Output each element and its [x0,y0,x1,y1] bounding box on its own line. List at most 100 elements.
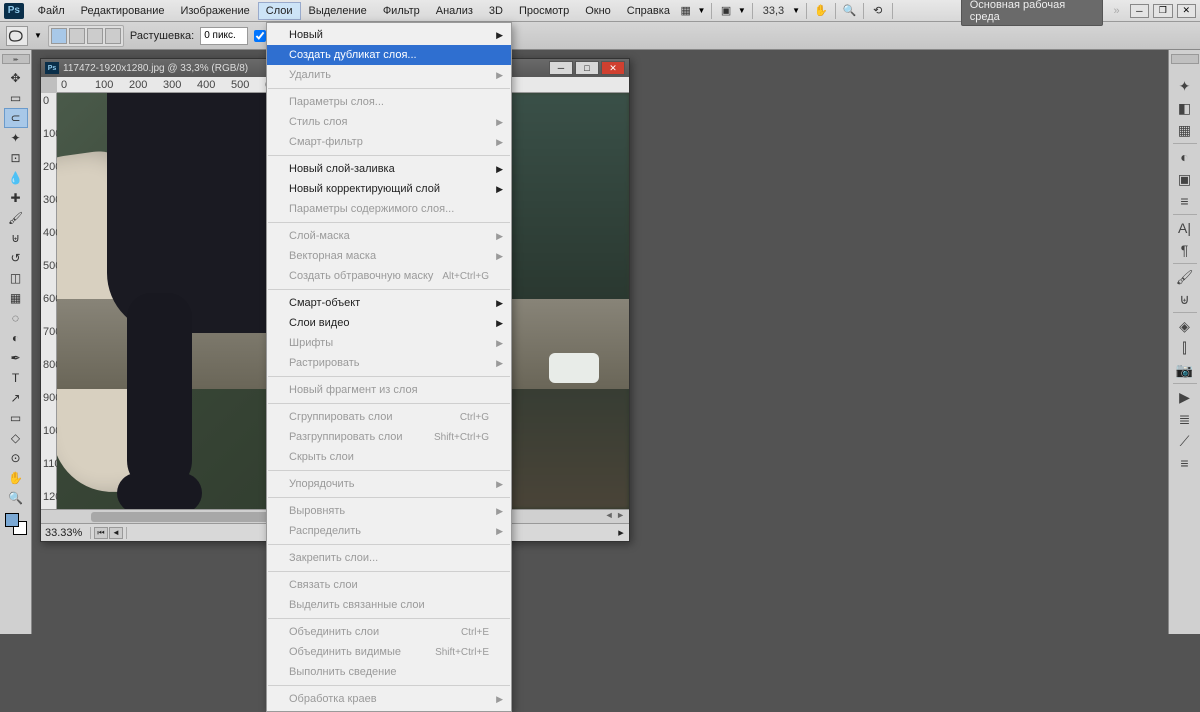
nav-first-icon[interactable]: ⏮ [94,527,108,539]
panel-adjust-icon[interactable]: ◐ [1173,146,1197,168]
doc-close-button[interactable]: ✕ [601,61,625,75]
doc-maximize-button[interactable]: □ [575,61,599,75]
menu-item[interactable]: Новый корректирующий слой▶ [267,179,511,199]
menu-выделение[interactable]: Выделение [301,2,375,20]
dock-collapse[interactable] [1171,54,1199,64]
menu-item[interactable]: Создать дубликат слоя... [267,45,511,65]
workspace-switcher[interactable]: Основная рабочая среда [961,0,1104,26]
tool-lasso[interactable]: ⊂ [4,108,28,128]
menu-3d[interactable]: 3D [481,2,511,20]
ruler-vertical[interactable]: 0100200300400500600700800900100011001200 [41,93,57,509]
tool-marquee[interactable]: ▭ [4,88,28,108]
tool-pen[interactable]: ✒ [4,348,28,368]
panel-mask-icon[interactable]: ▣ [1173,168,1197,190]
panel-character-icon[interactable]: A| [1173,217,1197,239]
menu-item: Слой-маска▶ [267,226,511,246]
tool-eyedropper[interactable]: 💧 [4,168,28,188]
tool-blur[interactable]: ◌ [4,308,28,328]
tool-heal[interactable]: ✚ [4,188,28,208]
minimize-button[interactable]: ─ [1130,4,1149,18]
checkbox-icon[interactable] [254,30,266,42]
panel-sparkle-icon[interactable]: ✦ [1173,75,1197,97]
tool-move[interactable]: ✥ [4,68,28,88]
menu-анализ[interactable]: Анализ [428,2,481,20]
panel-layers-icon[interactable]: ≡ [1173,190,1197,212]
status-zoom[interactable]: 33.33% [41,527,91,539]
tool-gradient[interactable]: ▦ [4,288,28,308]
menu-файл[interactable]: Файл [30,2,73,20]
foreground-color[interactable] [5,513,19,527]
selection-add[interactable] [69,28,85,44]
panel-camera-icon[interactable]: 📷 [1173,359,1197,381]
panel-actions-icon[interactable]: ▶ [1173,386,1197,408]
zoom-tool-icon[interactable]: 🔍 [842,3,858,19]
panel-brush2-icon[interactable]: 🖌 [1173,266,1197,288]
tool-zoom[interactable]: 🔍 [4,488,28,508]
panel-channels-icon[interactable]: ≣ [1173,408,1197,430]
menu-item: Создать обтравочную маскуAlt+Ctrl+G [267,266,511,286]
feather-input[interactable] [200,27,248,45]
dropdown-arrow-icon[interactable]: ▼ [738,6,746,15]
panel-paragraph-icon[interactable]: ¶ [1173,239,1197,261]
tool-type[interactable]: T [4,368,28,388]
arrange-docs-icon[interactable]: ▦ [678,3,694,19]
maximize-button[interactable]: ❐ [1153,4,1172,18]
current-tool-preset[interactable] [6,26,28,46]
panel-color-icon[interactable]: ◧ [1173,97,1197,119]
menu-item[interactable]: Смарт-объект▶ [267,293,511,313]
rotate-view-icon[interactable]: ⟲ [870,3,886,19]
panel-histogram-icon[interactable]: ⫿ [1173,337,1197,359]
tool-3dcam[interactable]: ⊙ [4,448,28,468]
tool-hand[interactable]: ✋ [4,468,28,488]
panel-layers2-icon[interactable]: ≡ [1173,452,1197,474]
selection-intersect[interactable] [105,28,121,44]
tool-3d[interactable]: ◇ [4,428,28,448]
tool-eraser[interactable]: ◫ [4,268,28,288]
selection-new[interactable] [51,28,67,44]
submenu-arrow-icon: ▶ [496,506,503,517]
menu-фильтр[interactable]: Фильтр [375,2,428,20]
tool-history[interactable]: ↺ [4,248,28,268]
panel-clone-icon[interactable]: ⊎ [1173,288,1197,310]
submenu-arrow-icon: ▶ [496,164,503,175]
feather-label: Растушевка: [130,30,194,42]
close-button[interactable]: ✕ [1177,4,1196,18]
tool-shape[interactable]: ▭ [4,408,28,428]
menu-item[interactable]: Новый слой-заливка▶ [267,159,511,179]
dropdown-arrow-icon[interactable]: ▼ [697,6,705,15]
menu-item[interactable]: Новый▶ [267,25,511,45]
dropdown-arrow-icon[interactable]: ▼ [792,6,800,15]
toolbox-collapse[interactable] [2,54,30,64]
tool-stamp[interactable]: ⊎ [4,228,28,248]
menu-окно[interactable]: Окно [577,2,619,20]
tool-brush[interactable]: 🖌 [4,208,28,228]
tool-path[interactable]: ↗ [4,388,28,408]
status-menu-icon[interactable]: ▸ [613,526,629,539]
doc-minimize-button[interactable]: ─ [549,61,573,75]
submenu-arrow-icon: ▶ [496,479,503,490]
tool-crop[interactable]: ⊡ [4,148,28,168]
menu-редактирование[interactable]: Редактирование [73,2,173,20]
zoom-display[interactable]: 33,3 [759,5,788,17]
hand-tool-icon[interactable]: ✋ [813,3,829,19]
layers-menu-dropdown: Новый▶Создать дубликат слоя...Удалить▶Па… [266,22,512,712]
menu-справка[interactable]: Справка [619,2,678,20]
expand-icon[interactable]: » [1113,5,1119,17]
menu-item[interactable]: Слои видео▶ [267,313,511,333]
color-swatch[interactable] [5,513,27,535]
menu-item: Векторная маска▶ [267,246,511,266]
screen-mode-icon[interactable]: ▣ [718,3,734,19]
menu-изображение[interactable]: Изображение [172,2,257,20]
panel-paths-icon[interactable]: ⟋ [1173,430,1197,452]
tool-wand[interactable]: ✦ [4,128,28,148]
menu-item: Обработка краев▶ [267,689,511,709]
menu-просмотр[interactable]: Просмотр [511,2,577,20]
dropdown-arrow-icon[interactable]: ▼ [34,31,42,40]
submenu-arrow-icon: ▶ [496,30,503,41]
selection-subtract[interactable] [87,28,103,44]
panel-swatches-icon[interactable]: ▦ [1173,119,1197,141]
menu-слои[interactable]: Слои [258,2,301,20]
nav-prev-icon[interactable]: ◄ [109,527,123,539]
panel-nav-icon[interactable]: ◈ [1173,315,1197,337]
tool-dodge[interactable]: ◐ [4,328,28,348]
